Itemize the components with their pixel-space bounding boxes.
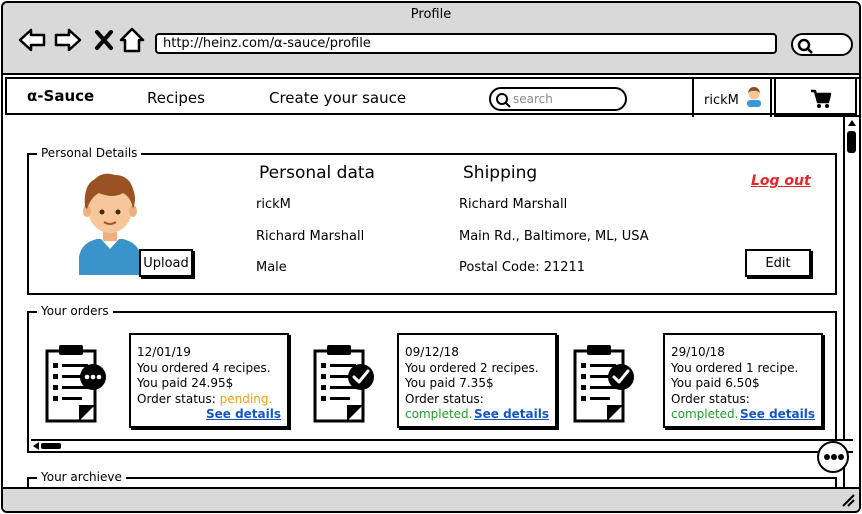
see-details-link[interactable]: See details: [474, 407, 549, 423]
order-date: 29/10/18: [671, 345, 725, 359]
clipboard-check-icon: [573, 345, 634, 423]
order-card: 29/10/18 You ordered 1 recipe. You paid …: [663, 333, 823, 428]
personal-data-heading: Personal data: [259, 163, 375, 183]
vertical-scrollbar[interactable]: [843, 117, 859, 487]
order-status-label: Order status:: [137, 391, 216, 406]
see-details-link[interactable]: See details: [206, 407, 281, 423]
orders-panel: Your orders 12/01/19 You ordered 4 recip…: [27, 304, 853, 453]
order-date: 12/01/19: [137, 345, 191, 359]
url-input[interactable]: http://heinz.com/α-sauce/profile: [155, 33, 777, 54]
user-avatar-icon: [747, 87, 761, 107]
scroll-thumb[interactable]: [847, 131, 856, 153]
order-paid: You paid 24.95$: [137, 376, 234, 390]
logout-link[interactable]: Log out: [751, 173, 811, 189]
status-bar: [3, 489, 859, 511]
shipping-heading: Shipping: [463, 163, 538, 183]
order-card: 12/01/19 You ordered 4 recipes. You paid…: [129, 333, 289, 428]
browser-search-button[interactable]: [791, 33, 853, 56]
window-title: Profile: [410, 7, 452, 22]
user-menu-tab[interactable]: rickM: [692, 77, 772, 117]
orders-horizontal-scrollbar[interactable]: [31, 439, 853, 453]
orders-legend: Your orders: [37, 304, 113, 318]
close-x-icon[interactable]: [89, 25, 119, 55]
shipping-name-value: Richard Marshall: [459, 197, 568, 212]
app-search-input[interactable]: search: [489, 87, 627, 111]
cart-tab[interactable]: [774, 77, 859, 117]
fullname-value: Richard Marshall: [256, 229, 365, 244]
edit-button[interactable]: Edit: [745, 249, 811, 277]
see-details-link[interactable]: See details: [740, 407, 815, 423]
scroll-thumb[interactable]: [41, 443, 61, 449]
upload-button[interactable]: Upload: [139, 249, 193, 277]
archive-panel: Your archieve: [27, 470, 837, 487]
personal-details-panel: Personal Details Upload Personal data Sh…: [27, 146, 837, 295]
order-recipes: You ordered 2 recipes.: [405, 360, 539, 375]
back-arrow-icon[interactable]: [17, 25, 47, 55]
order-status-label: Order status:: [405, 391, 484, 406]
order-card: 09/12/18 You ordered 2 recipes. You paid…: [397, 333, 557, 428]
forward-arrow-icon[interactable]: [53, 25, 83, 55]
order-date: 09/12/18: [405, 345, 459, 359]
clipboard-pending-icon: [45, 345, 106, 423]
search-icon: [797, 38, 813, 54]
brand-logo[interactable]: α-Sauce: [27, 87, 94, 105]
gender-value: Male: [256, 260, 287, 275]
page-viewport: α-Sauce Recipes Create your sauce search…: [3, 73, 859, 489]
clipboard-check-icon: [313, 345, 374, 423]
nav-create-sauce[interactable]: Create your sauce: [269, 89, 406, 107]
scroll-left-icon[interactable]: [32, 442, 40, 450]
more-options-button[interactable]: [817, 441, 849, 473]
search-placeholder: search: [513, 92, 553, 106]
app-header: α-Sauce Recipes Create your sauce search…: [5, 77, 859, 117]
order-recipes: You ordered 1 recipe.: [671, 360, 799, 375]
order-status-value: completed.: [671, 407, 739, 421]
nav-recipes[interactable]: Recipes: [147, 89, 205, 107]
home-icon[interactable]: [117, 25, 147, 55]
more-dots-icon: [824, 454, 844, 460]
profile-avatar: [79, 173, 141, 275]
username-label: rickM: [704, 93, 739, 108]
order-status-value: pending.: [219, 391, 273, 406]
search-icon: [496, 93, 511, 108]
username-value: rickM: [256, 197, 291, 212]
order-recipes: You ordered 4 recipes.: [137, 360, 271, 375]
archive-legend: Your archieve: [37, 470, 126, 484]
postal-code-value: Postal Code: 21211: [459, 260, 586, 275]
order-status-label: Order status:: [671, 391, 750, 406]
personal-details-legend: Personal Details: [37, 146, 142, 160]
order-status-value: completed.: [405, 407, 473, 421]
resize-grip-icon[interactable]: [841, 493, 855, 507]
order-paid: You paid 7.35$: [405, 376, 494, 390]
cart-icon: [811, 89, 832, 108]
browser-window: Profile http://heinz.com/α-sauce/profile…: [1, 1, 861, 513]
scroll-up-icon[interactable]: [847, 119, 857, 127]
order-paid: You paid 6.50$: [671, 376, 760, 390]
order-status-line: Order status: pending.: [137, 392, 281, 408]
shipping-address-value: Main Rd., Baltimore, ML, USA: [459, 229, 649, 244]
